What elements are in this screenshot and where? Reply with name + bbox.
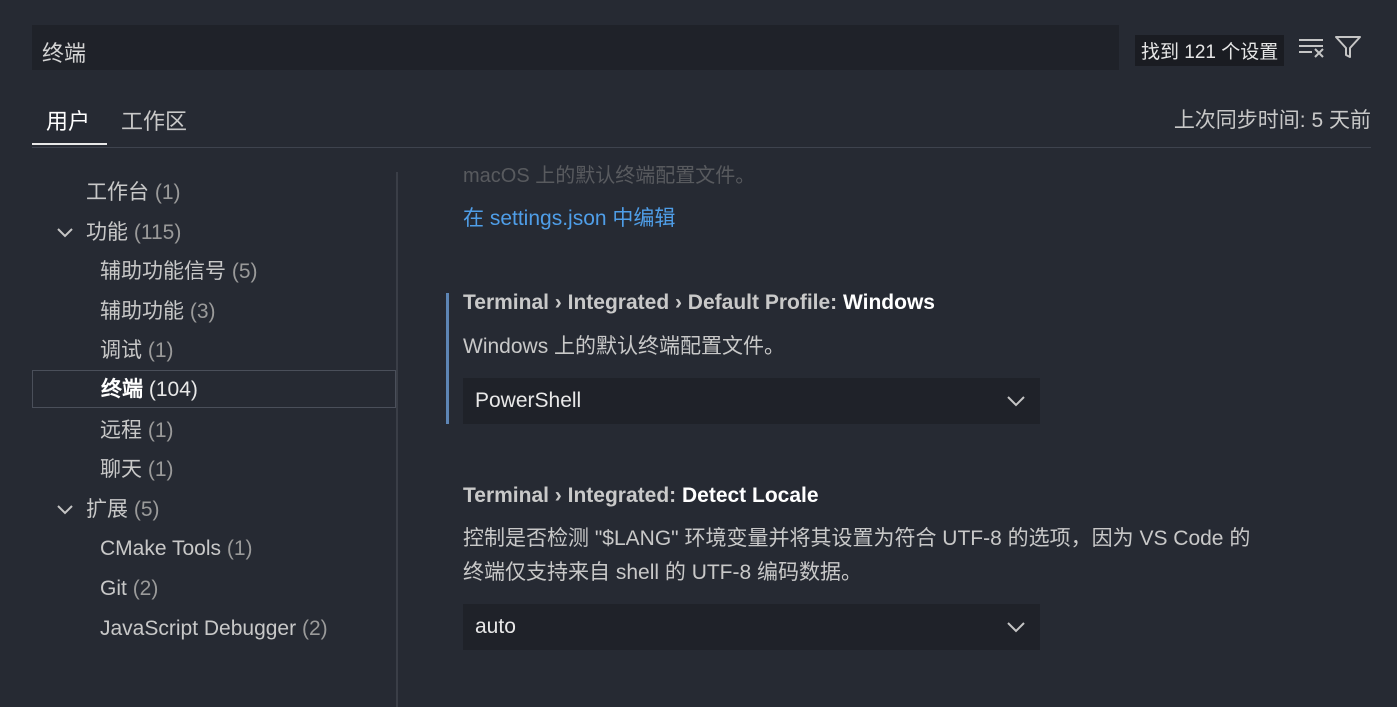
search-result-count: 找到 121 个设置	[1135, 35, 1285, 66]
setting-description-line: 控制是否检测 "$LANG" 环境变量并将其设置为符合 UTF-8 的选项，因为…	[463, 527, 1251, 550]
toc-item-label: 功能	[86, 221, 128, 244]
toc-item-label: 扩展	[86, 498, 128, 521]
toc-item-label: Git	[100, 577, 127, 600]
filter-icon[interactable]	[1334, 34, 1362, 60]
tab-workspace[interactable]: 工作区	[121, 104, 187, 136]
toc-item-label: 聊天	[100, 458, 142, 481]
toc-item-chat[interactable]: 聊天 (1)	[100, 451, 174, 489]
toc-item-debug[interactable]: 调试 (1)	[100, 332, 174, 370]
toc-item-label: JavaScript Debugger	[100, 617, 297, 640]
setting-title-default-profile-windows: Terminal › Integrated › Default Profile:…	[463, 291, 935, 315]
select-value: auto	[475, 615, 516, 638]
toc-item-count: (2)	[301, 617, 328, 640]
toc-item-count: (1)	[147, 419, 174, 442]
toc-item-accessibility-signals[interactable]: 辅助功能信号 (5)	[100, 253, 258, 291]
toc-item-count: (1)	[226, 537, 253, 560]
toc-item-label: 远程	[100, 419, 142, 442]
toc-item-count: (1)	[154, 181, 181, 204]
settings-scope-tabs: 用户 工作区 上次同步时间: 5 天前	[32, 100, 1371, 148]
setting-description: Windows 上的默认终端配置文件。	[463, 335, 786, 358]
chevron-down-icon[interactable]	[56, 224, 74, 242]
toc-item-terminal[interactable]: 终端 (104)	[32, 370, 396, 408]
toc-item-extensions[interactable]: 扩展 (5)	[86, 491, 160, 529]
toc-item-features[interactable]: 功能 (115)	[86, 214, 181, 252]
toc-item-count: (5)	[133, 498, 160, 521]
focused-setting-indicator	[446, 293, 449, 424]
toc-item-label: 终端	[101, 378, 143, 401]
toc-item-count: (115)	[133, 221, 182, 244]
toc-item-javascript-debugger[interactable]: JavaScript Debugger (2)	[100, 610, 328, 648]
toc-item-cmake-tools[interactable]: CMake Tools (1)	[100, 530, 253, 568]
select-value: PowerShell	[475, 389, 582, 412]
settings-search-bar[interactable]: 终端	[32, 25, 1119, 70]
toc-item-label: 工作台	[86, 181, 149, 204]
toc-item-git[interactable]: Git (2)	[100, 570, 158, 608]
settings-toc: 工作台 (1) 功能 (115) 辅助功能信号 (5) 辅助功能 (3) 调试 …	[32, 172, 398, 707]
toc-item-count: (5)	[231, 260, 258, 283]
default-profile-windows-select[interactable]: PowerShell	[463, 378, 1040, 424]
toc-item-label: 调试	[100, 339, 142, 362]
previous-setting-description: macOS 上的默认终端配置文件。	[463, 165, 756, 187]
setting-category: Terminal › Integrated:	[463, 484, 682, 507]
detect-locale-select[interactable]: auto	[463, 604, 1040, 650]
edit-in-settings-json-link[interactable]: 在 settings.json 中编辑	[463, 202, 675, 232]
search-input[interactable]: 终端	[42, 36, 86, 68]
toc-item-remote[interactable]: 远程 (1)	[100, 412, 174, 450]
toc-item-count: (2)	[132, 577, 159, 600]
chevron-down-icon[interactable]	[56, 501, 74, 519]
toc-item-count: (104)	[148, 378, 198, 401]
setting-description: 控制是否检测 "$LANG" 环境变量并将其设置为符合 UTF-8 的选项，因为…	[463, 522, 1343, 590]
toc-item-label: CMake Tools	[100, 537, 221, 560]
setting-category: Terminal › Integrated › Default Profile:	[463, 291, 843, 314]
settings-list: macOS 上的默认终端配置文件。 在 settings.json 中编辑 Te…	[398, 147, 1397, 707]
active-tab-indicator	[32, 143, 107, 145]
toc-item-count: (3)	[189, 300, 216, 323]
setting-title-detect-locale: Terminal › Integrated: Detect Locale	[463, 484, 819, 508]
toc-item-accessibility[interactable]: 辅助功能 (3)	[100, 293, 216, 331]
toc-item-label: 辅助功能	[100, 300, 184, 323]
sync-status: 上次同步时间: 5 天前	[1173, 109, 1371, 132]
toc-item-label: 辅助功能信号	[100, 260, 226, 283]
tab-user[interactable]: 用户	[46, 104, 90, 136]
setting-key: Detect Locale	[681, 484, 819, 507]
chevron-down-icon	[1006, 618, 1026, 636]
toc-item-count: (1)	[147, 458, 174, 481]
setting-key: Windows	[843, 291, 935, 314]
clear-filter-icon[interactable]	[1297, 35, 1327, 61]
toc-item-count: (1)	[147, 339, 174, 362]
chevron-down-icon	[1006, 392, 1026, 410]
setting-description-line: 终端仅支持来自 shell 的 UTF-8 编码数据。	[463, 561, 863, 584]
toc-item-workbench[interactable]: 工作台 (1)	[86, 174, 181, 212]
